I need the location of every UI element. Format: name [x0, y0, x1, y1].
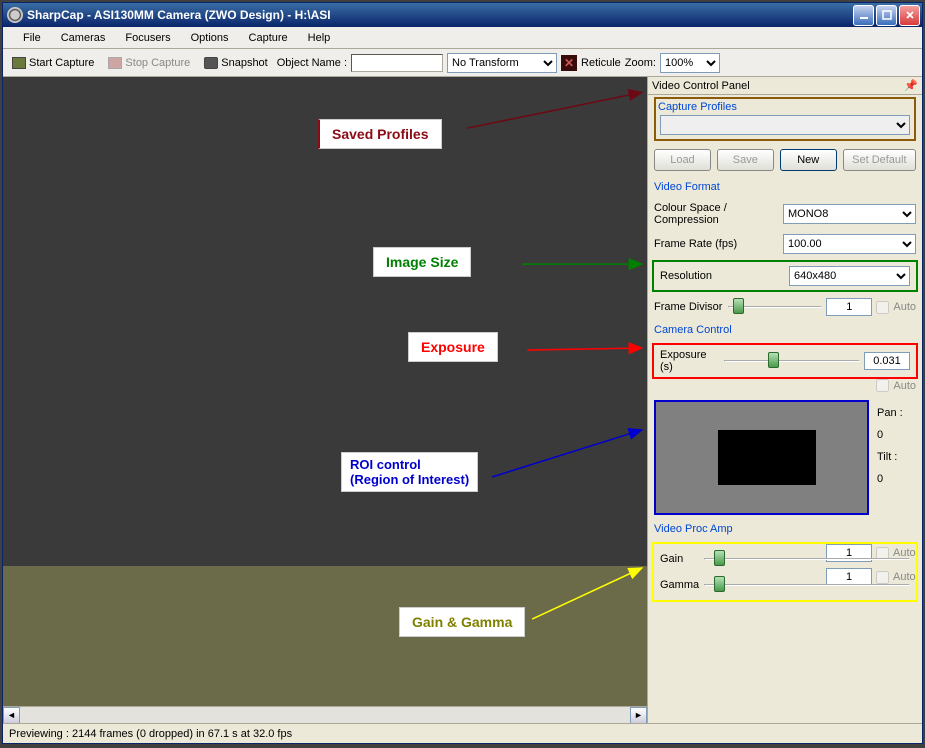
menu-focusers[interactable]: Focusers — [115, 30, 180, 46]
frame-divisor-slider[interactable] — [728, 298, 822, 316]
preview-band — [3, 566, 647, 706]
snapshot-button[interactable]: Snapshot — [199, 54, 272, 72]
frame-rate-select[interactable]: 100.00 — [783, 234, 916, 254]
pan-label: Pan : — [877, 407, 903, 419]
roi-rect[interactable] — [718, 430, 816, 485]
horizontal-scrollbar[interactable]: ◄ ► — [3, 706, 647, 723]
exposure-slider[interactable] — [724, 352, 860, 370]
snapshot-label: Snapshot — [221, 57, 267, 69]
resolution-select[interactable]: 640x480 — [789, 266, 910, 286]
menu-cameras[interactable]: Cameras — [51, 30, 116, 46]
window-title: SharpCap - ASI130MM Camera (ZWO Design) … — [27, 8, 853, 22]
transform-select[interactable]: No Transform — [447, 53, 557, 73]
annot-exposure: Exposure — [408, 332, 498, 362]
snapshot-icon — [204, 57, 218, 69]
menu-options[interactable]: Options — [181, 30, 239, 46]
camera-control-title: Camera Control — [654, 324, 916, 336]
capture-profiles-group: Capture Profiles — [654, 97, 916, 141]
app-window: SharpCap - ASI130MM Camera (ZWO Design) … — [2, 2, 923, 744]
save-profile-button: Save — [717, 149, 774, 171]
frame-rate-label: Frame Rate (fps) — [654, 238, 779, 250]
zoom-label: Zoom: — [625, 57, 656, 69]
exposure-input[interactable] — [864, 352, 910, 370]
set-default-profile-button: Set Default — [843, 149, 916, 171]
new-profile-button[interactable]: New — [780, 149, 837, 171]
gamma-slider[interactable] — [704, 576, 910, 594]
annot-saved-profiles: Saved Profiles — [318, 119, 442, 149]
video-format-title: Video Format — [654, 181, 916, 193]
zoom-select[interactable]: 100% — [660, 53, 720, 73]
reticule-icon[interactable]: ✕ — [561, 55, 577, 71]
toolbar: Start Capture Stop Capture Snapshot Obje… — [3, 49, 922, 77]
camera-stop-icon — [108, 57, 122, 69]
resolution-label: Resolution — [660, 270, 785, 282]
pan-value: 0 — [877, 429, 883, 441]
frame-divisor-input[interactable] — [826, 298, 872, 316]
stop-capture-button: Stop Capture — [103, 54, 195, 72]
auto-label: Auto — [893, 380, 916, 392]
exposure-label: Exposure (s) — [660, 349, 720, 373]
panel-header: Video Control Panel 📌 — [648, 77, 922, 95]
auto-label: Auto — [893, 301, 916, 313]
capture-profiles-title: Capture Profiles — [658, 101, 910, 113]
annot-roi: ROI control (Region of Interest) — [341, 452, 478, 492]
minimize-button[interactable] — [853, 5, 874, 26]
color-space-select[interactable]: MONO8 — [783, 204, 916, 224]
app-icon — [7, 7, 23, 23]
tilt-label: Tilt : — [877, 451, 897, 463]
gain-label: Gain — [660, 553, 700, 565]
titlebar: SharpCap - ASI130MM Camera (ZWO Design) … — [3, 3, 922, 27]
load-profile-button: Load — [654, 149, 711, 171]
scroll-left-button[interactable]: ◄ — [3, 707, 20, 724]
gain-slider[interactable] — [704, 550, 910, 568]
close-button[interactable] — [899, 5, 920, 26]
object-name-input[interactable] — [351, 54, 443, 72]
color-space-label: Colour Space / Compression — [654, 202, 779, 226]
menubar: File Cameras Focusers Options Capture He… — [3, 27, 922, 49]
maximize-button[interactable] — [876, 5, 897, 26]
menu-capture[interactable]: Capture — [239, 30, 298, 46]
statusbar: Previewing : 2144 frames (0 dropped) in … — [3, 723, 922, 743]
video-proc-amp-title: Video Proc Amp — [654, 523, 916, 535]
exposure-auto-checkbox — [876, 379, 889, 392]
status-text: Previewing : 2144 frames (0 dropped) in … — [9, 728, 292, 740]
video-control-panel: Video Control Panel 📌 Capture Profiles L… — [647, 77, 922, 723]
stop-capture-label: Stop Capture — [125, 57, 190, 69]
menu-help[interactable]: Help — [298, 30, 341, 46]
pin-icon[interactable]: 📌 — [904, 79, 918, 92]
tilt-value: 0 — [877, 473, 883, 485]
start-capture-button[interactable]: Start Capture — [7, 54, 99, 72]
roi-area[interactable] — [654, 400, 869, 515]
frame-divisor-auto-checkbox — [876, 301, 889, 314]
frame-divisor-label: Frame Divisor — [654, 301, 724, 313]
menu-file[interactable]: File — [13, 30, 51, 46]
panel-title-label: Video Control Panel — [652, 80, 750, 92]
start-capture-label: Start Capture — [29, 57, 94, 69]
preview-area[interactable]: Saved Profiles Image Size Exposure ROI c… — [3, 77, 647, 706]
object-name-label: Object Name : — [277, 57, 347, 69]
gamma-label: Gamma — [660, 579, 700, 591]
annot-gain: Gain & Gamma — [399, 607, 525, 637]
camera-record-icon — [12, 57, 26, 69]
capture-profiles-select[interactable] — [660, 115, 910, 135]
scroll-right-button[interactable]: ► — [630, 707, 647, 724]
reticule-label: Reticule — [581, 57, 621, 69]
annot-image-size: Image Size — [373, 247, 471, 277]
